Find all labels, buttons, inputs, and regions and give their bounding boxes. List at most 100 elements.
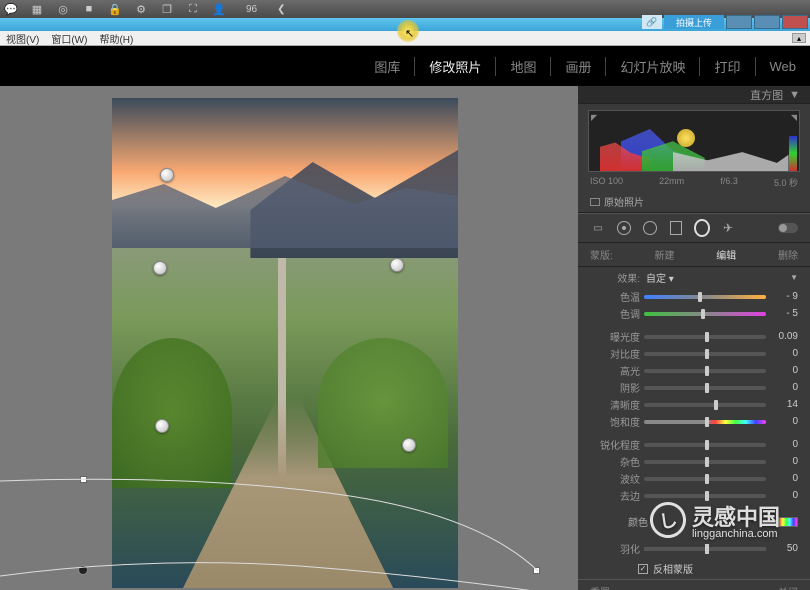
slider-temp[interactable]: 色温- 9 (578, 288, 810, 305)
work-area (0, 86, 578, 590)
reset-row: 重置 关闭 (578, 579, 810, 590)
crop-tool-icon[interactable]: ▭ (590, 220, 606, 236)
menu-help[interactable]: 帮助(H) (99, 31, 133, 46)
slider-clarity[interactable]: 清晰度14 (578, 396, 810, 413)
gradient-tool-icon[interactable] (668, 220, 684, 236)
module-slideshow[interactable]: 幻灯片放映 (606, 57, 700, 76)
toolbar-number: 96 (246, 4, 257, 15)
fullscreen-icon[interactable]: ⛶ (186, 2, 200, 16)
module-develop[interactable]: 修改照片 (415, 57, 496, 76)
slider-contrast[interactable]: 对比度0 (578, 345, 810, 362)
mask-delete[interactable]: 删除 (778, 247, 798, 262)
chevron-down-icon: ▼ (789, 89, 800, 101)
invert-mask-checkbox[interactable]: ✓ 反相蒙版 (578, 558, 810, 579)
adjustment-pin[interactable] (390, 258, 404, 272)
menu-bar: 视图(V) 窗口(W) 帮助(H) ▴ (0, 31, 810, 46)
window-titlebar: 🔗 拍摄上传 (0, 18, 810, 31)
original-toggle[interactable]: 原始照片 (578, 191, 810, 213)
color-label: 颜色 (590, 514, 648, 529)
exif-focal: 22mm (659, 176, 684, 189)
slider-noise[interactable]: 杂色0 (578, 453, 810, 470)
maximize-button[interactable] (754, 15, 780, 29)
mask-row: 蒙版: 新建 编辑 删除 (578, 243, 810, 267)
histo-edge (789, 136, 797, 171)
exif-info: ISO 100 22mm f/6.3 5.0 秒 (578, 174, 810, 191)
develop-panel: 直方图 ▼ ◤ ◥ ISO 100 22mm f/6.3 5.0 秒 原始照片 … (578, 86, 810, 590)
grid-icon[interactable]: ▦ (30, 2, 44, 16)
upload-button[interactable]: 拍摄上传 (664, 15, 724, 29)
redeye-tool-icon[interactable] (642, 220, 658, 236)
video-icon[interactable]: ■ (82, 2, 96, 16)
menu-view[interactable]: 视图(V) (6, 31, 39, 46)
adjustment-pin[interactable] (153, 261, 167, 275)
invert-label: 反相蒙版 (653, 561, 693, 576)
exif-iso: ISO 100 (590, 176, 623, 189)
slider-feather[interactable]: 羽化 50 (578, 539, 810, 558)
slider-highlights[interactable]: 高光0 (578, 362, 810, 379)
original-label: 原始照片 (604, 194, 644, 209)
panel-switch[interactable] (778, 223, 798, 233)
slider-moire[interactable]: 波纹0 (578, 470, 810, 487)
grass-shape (112, 338, 232, 488)
gradient-handle[interactable] (533, 567, 540, 574)
histogram-header[interactable]: 直方图 ▼ (578, 86, 810, 104)
mask-label: 蒙版: (590, 247, 613, 262)
effect-row: 效果: 自定 ▾ ▼ (578, 267, 810, 288)
speech-icon[interactable]: 💬 (4, 2, 18, 16)
module-print[interactable]: 打印 (700, 57, 755, 76)
slider-saturation[interactable]: 饱和度0 (578, 413, 810, 430)
menu-window[interactable]: 窗口(W) (51, 31, 87, 46)
target-icon[interactable]: ◎ (56, 2, 70, 16)
adjustment-pin[interactable] (160, 168, 174, 182)
histo-white (673, 144, 789, 171)
radial-tool-icon[interactable] (694, 220, 710, 236)
module-book[interactable]: 画册 (551, 57, 606, 76)
effect-dropdown[interactable]: 自定 ▾ (646, 270, 674, 285)
gradient-handle[interactable] (80, 476, 87, 483)
histogram-title: 直方图 (750, 87, 783, 103)
boardwalk-shape (278, 258, 286, 588)
brush-tool-icon[interactable]: ✈ (720, 220, 736, 236)
module-web[interactable]: Web (756, 59, 797, 74)
slider-tint[interactable]: 色调- 5 (578, 305, 810, 322)
slider-exposure[interactable]: 曝光度0.09 (578, 328, 810, 345)
effect-label: 效果: (590, 270, 640, 285)
rect-icon (590, 198, 600, 206)
module-map[interactable]: 地图 (496, 57, 551, 76)
spot-tool-icon[interactable] (616, 220, 632, 236)
cube-icon[interactable]: ❐ (160, 2, 174, 16)
chevron-left-icon[interactable]: ❮ (277, 4, 285, 15)
close-button[interactable]: 关闭 (778, 584, 798, 590)
reset-button[interactable]: 重置 (590, 584, 610, 590)
adjustment-pin[interactable] (155, 419, 169, 433)
person-icon[interactable]: 👤 (212, 2, 226, 16)
module-picker: 图库 修改照片 地图 画册 幻灯片放映 打印 Web (0, 46, 810, 86)
color-row: 颜色 (578, 510, 810, 533)
chevron-down-icon[interactable]: ▼ (790, 273, 798, 282)
exif-aperture: f/6.3 (720, 176, 738, 189)
close-button[interactable] (782, 15, 808, 29)
image-preview[interactable] (112, 98, 458, 588)
color-swatch[interactable] (778, 517, 798, 527)
gear-icon[interactable]: ⚙ (134, 2, 148, 16)
slider-defringe[interactable]: 去边0 (578, 487, 810, 504)
slider-shadows[interactable]: 阴影0 (578, 379, 810, 396)
slider-sharpness[interactable]: 锐化程度0 (578, 436, 810, 453)
link-icon[interactable]: 🔗 (642, 15, 662, 29)
clip-shadow-icon[interactable]: ◤ (591, 113, 597, 122)
minimize-button[interactable] (726, 15, 752, 29)
mask-new[interactable]: 新建 (655, 247, 675, 262)
grass-shape (318, 338, 448, 468)
adjustment-pin[interactable] (402, 438, 416, 452)
collapse-icon[interactable]: ▴ (792, 33, 806, 43)
cursor-echo (677, 129, 695, 147)
gradient-center-pin[interactable] (78, 565, 88, 575)
main-area: 图库 修改照片 地图 画册 幻灯片放映 打印 Web 直方图 (0, 46, 810, 590)
histogram-chart[interactable]: ◤ ◥ (588, 110, 800, 172)
module-library[interactable]: 图库 (360, 57, 415, 76)
clip-highlight-icon[interactable]: ◥ (791, 113, 797, 122)
local-tools: ▭ ✈ (578, 213, 810, 243)
lock-icon[interactable]: 🔒 (108, 2, 122, 16)
mask-edit[interactable]: 编辑 (716, 247, 736, 262)
exif-shutter: 5.0 秒 (774, 176, 798, 189)
